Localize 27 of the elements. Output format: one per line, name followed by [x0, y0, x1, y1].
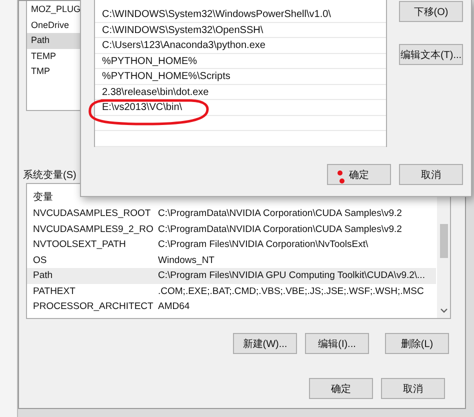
- table-row[interactable]: NVTOOLSEXT_PATH C:\Program Files\NVIDIA Corporation\NvToolsExt\: [27, 237, 436, 252]
- action-button[interactable]: 新建(W)...: [233, 333, 297, 354]
- list-item[interactable]: C:\WINDOWS\System32\OpenSSH\: [95, 22, 386, 38]
- list-item[interactable]: E:\vs2013\VC\bin\: [95, 100, 386, 116]
- cancel-button[interactable]: 取消: [399, 164, 463, 185]
- ok-button[interactable]: 确定: [327, 164, 391, 185]
- table-row[interactable]: Path C:\Program Files\NVIDIA GPU Computing Toolkit\CUDA\v9.2\...: [27, 268, 436, 284]
- dot-marks-drawing: [338, 170, 344, 184]
- list-item[interactable]: %PYTHON_HOME%: [95, 54, 386, 69]
- ok-button[interactable]: 确定: [309, 378, 373, 399]
- table-row[interactable]: PROCESSOR_ARCHITECT AMD64: [27, 299, 436, 314]
- scroll-thumb[interactable]: [440, 224, 448, 258]
- list-item[interactable]: C:\Users\123\Anaconda3\python.exe: [95, 38, 386, 54]
- side-button[interactable]: 编辑文本(T)...: [399, 44, 463, 65]
- chevron-down-icon[interactable]: [440, 308, 448, 314]
- table-row[interactable]: NVCUDASAMPLES9_2_RO C:\ProgramData\NVIDIA Corporation\CUDA Samples\v9.2: [27, 222, 436, 237]
- table-row[interactable]: NVCUDASAMPLES_ROOT C:\ProgramData\NVIDIA Corporation\CUDA Samples\v9.2: [27, 206, 436, 222]
- section-label: 系统变量(S): [23, 168, 76, 182]
- table-row[interactable]: PATHEXT .COM;.EXE;.BAT;.CMD;.VBS;.VBE;.JS;.JSE;.WSF;.WSH;.MSC: [27, 284, 436, 299]
- table-row[interactable]: OS Windows_NT: [27, 252, 436, 268]
- cancel-button[interactable]: 取消: [381, 378, 445, 399]
- list-item[interactable]: C:\WINDOWS\System32\WindowsPowerShell\v1.0\: [95, 7, 386, 22]
- list-item[interactable]: %PYTHON_HOME%\Scripts: [95, 69, 386, 84]
- side-button[interactable]: 下移(O): [399, 1, 463, 22]
- list-item[interactable]: 2.38\release\bin\dot.exe: [95, 84, 386, 100]
- action-button[interactable]: 编辑(I)...: [305, 333, 369, 354]
- action-button[interactable]: 删除(L): [385, 333, 449, 354]
